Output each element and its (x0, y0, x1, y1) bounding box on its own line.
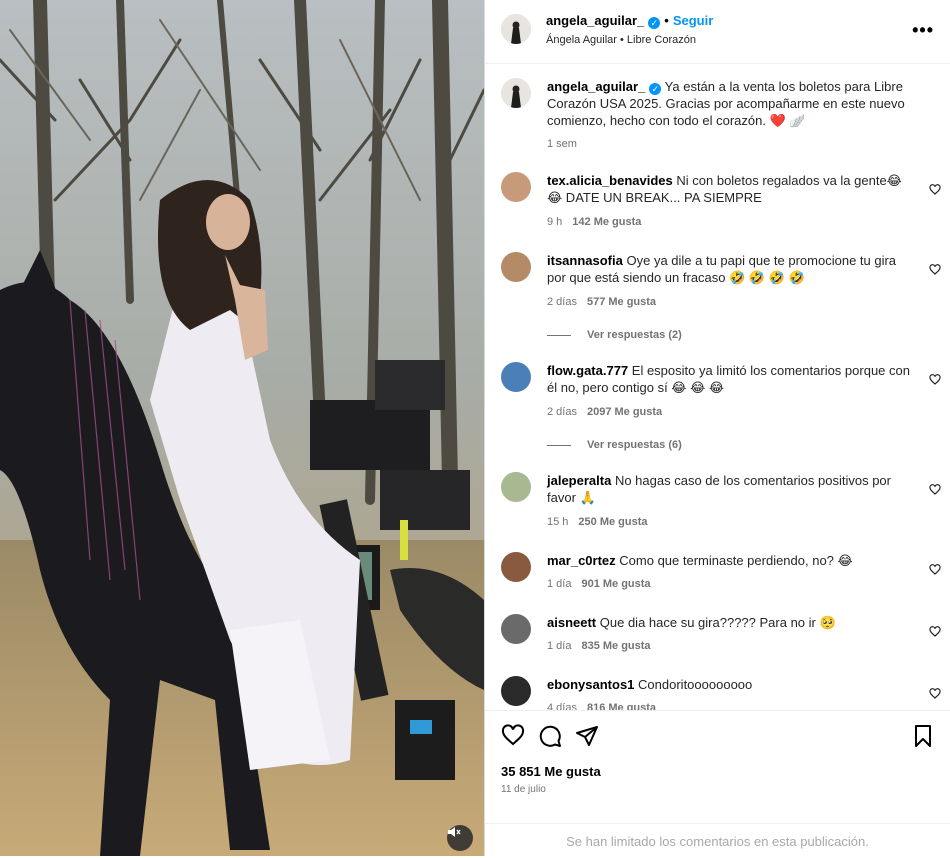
share-send-icon[interactable] (575, 724, 599, 748)
avatar[interactable] (501, 252, 531, 282)
comment-bubble-icon[interactable] (538, 724, 562, 748)
comment-like-heart-icon[interactable] (929, 184, 941, 196)
comment-time: 2 días (547, 296, 577, 308)
author-avatar-image (501, 78, 531, 108)
post-header: angela_aguilar_ ✓ • Seguir Ángela Aguilar •… (485, 0, 950, 64)
comment-meta: 1 día 901 Me gusta (547, 578, 651, 590)
comment-likes[interactable]: 2097 Me gusta (587, 406, 662, 418)
avatar[interactable] (501, 676, 531, 706)
comment-text: Que dia hace su gira????? Para no ir 🥺 (599, 615, 836, 630)
comment-likes[interactable]: 250 Me gusta (578, 516, 647, 528)
comment-username[interactable]: ebonysantos1 (547, 677, 634, 692)
comment-username[interactable]: aisneett (547, 615, 596, 630)
comment-username[interactable]: jaleperalta (547, 473, 611, 488)
comment-like-heart-icon[interactable] (929, 484, 941, 496)
comment-username[interactable]: itsannasofia (547, 253, 623, 268)
likes-count[interactable]: 35 851 Me gusta (501, 764, 601, 779)
avatar[interactable] (501, 362, 531, 392)
comments-list[interactable]: angela_aguilar_ ✓ Ya están a la venta los… (485, 64, 950, 710)
comment-like-heart-icon[interactable] (929, 564, 941, 576)
comment-meta: 15 h 250 Me gusta (547, 516, 648, 528)
avatar[interactable] (501, 78, 531, 108)
comment-item: ebonysantos1 Condoritooooooooo 4 días 816 … (501, 676, 941, 710)
comment-item: tex.alicia_benavides Ni con boletos rega… (501, 172, 941, 262)
avatar[interactable] (501, 172, 531, 202)
bookmark-save-icon[interactable] (911, 724, 935, 748)
caption-time: 1 sem (547, 138, 577, 150)
comment-item: itsannasofia Oye ya dile a tu papi que t… (501, 252, 941, 342)
comment-like-heart-icon[interactable] (929, 264, 941, 276)
separator-dot: • (664, 13, 669, 28)
post-caption: angela_aguilar_ ✓ Ya están a la venta los… (501, 78, 941, 158)
limited-notice-text: Se han limitado los comentarios en esta … (566, 834, 869, 849)
comment-like-heart-icon[interactable] (929, 374, 941, 386)
comment-likes[interactable]: 901 Me gusta (581, 578, 650, 590)
comment-likes[interactable]: 835 Me gusta (581, 640, 650, 652)
more-options-icon[interactable]: ••• (912, 20, 934, 41)
post-date: 11 de julio (501, 784, 546, 795)
comment-time: 1 día (547, 640, 572, 652)
view-replies-button[interactable]: Ver respuestas (6) (547, 439, 682, 451)
comment-like-heart-icon[interactable] (929, 688, 941, 700)
comment-time: 15 h (547, 516, 569, 528)
comment-likes[interactable]: 577 Me gusta (587, 296, 656, 308)
comment-item: flow.gata.777 El esposito ya limitó los … (501, 362, 941, 452)
comment-text: Condoritooooooooo (638, 677, 753, 692)
comment-meta: 2 días 2097 Me gusta (547, 406, 662, 418)
view-replies-button[interactable]: Ver respuestas (2) (547, 329, 682, 341)
instagram-post: angela_aguilar_ ✓ • Seguir Ángela Aguilar •… (0, 0, 950, 856)
avatar[interactable] (501, 552, 531, 582)
comment-username[interactable]: flow.gata.777 (547, 363, 628, 378)
post-video[interactable] (0, 0, 484, 856)
comment-username[interactable]: mar_c0rtez (547, 553, 616, 568)
comment-meta: 9 h 142 Me gusta (547, 216, 641, 228)
avatar[interactable] (501, 14, 531, 44)
comment-username[interactable]: tex.alicia_benavides (547, 173, 673, 188)
caption-username[interactable]: angela_aguilar_ (547, 79, 645, 94)
comment-text: Como que terminaste perdiendo, no? 😂 (619, 553, 853, 568)
comment-meta: 2 días 577 Me gusta (547, 296, 656, 308)
comment-likes[interactable]: 816 Me gusta (587, 702, 656, 710)
comment-item: jaleperalta No hagas caso de los comenta… (501, 472, 941, 562)
author-username[interactable]: angela_aguilar_ (546, 13, 644, 28)
comment-time: 9 h (547, 216, 563, 228)
avatar[interactable] (501, 614, 531, 644)
post-actions-bar: 35 851 Me gusta 11 de julio Se han limit… (485, 710, 950, 857)
post-side-panel: angela_aguilar_ ✓ • Seguir Ángela Aguilar •… (484, 0, 950, 856)
comment-time: 4 días (547, 702, 577, 710)
follow-button[interactable]: Seguir (673, 13, 713, 28)
avatar[interactable] (501, 472, 531, 502)
mute-button[interactable] (447, 825, 473, 851)
comment-meta: 4 días 816 Me gusta (547, 702, 656, 710)
like-heart-icon[interactable] (501, 724, 525, 748)
comment-likes[interactable]: 142 Me gusta (572, 216, 641, 228)
post-audio-subtitle[interactable]: Ángela Aguilar • Libre Corazón (546, 34, 696, 46)
author-avatar-image (501, 14, 531, 44)
verified-badge-icon: ✓ (648, 17, 661, 29)
comment-time: 2 días (547, 406, 577, 418)
comment-like-heart-icon[interactable] (929, 626, 941, 638)
comment-time: 1 día (547, 578, 572, 590)
speaker-muted-icon (448, 827, 461, 837)
video-frame-illustration (0, 0, 484, 856)
verified-badge-icon: ✓ (649, 83, 662, 95)
comment-meta: 1 día 835 Me gusta (547, 640, 651, 652)
comments-limited-notice: Se han limitado los comentarios en esta … (485, 823, 950, 858)
